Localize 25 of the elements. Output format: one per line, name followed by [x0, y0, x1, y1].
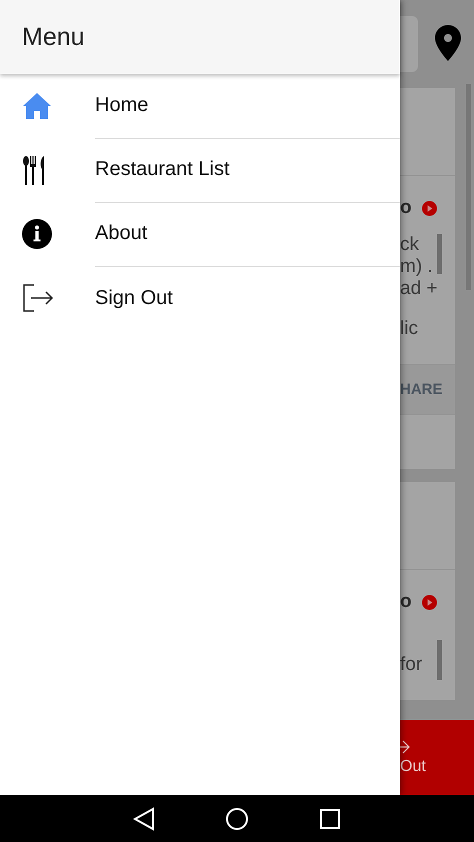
card-text: lic [400, 318, 418, 340]
map-pin-icon[interactable] [435, 25, 461, 61]
card-title: o [400, 591, 412, 613]
card-text: for [400, 654, 422, 676]
home-button[interactable] [225, 806, 249, 830]
card-title: o [400, 197, 412, 219]
menu-item[interactable]: Home [0, 74, 400, 138]
scroll-indicator [437, 234, 442, 274]
card-text: ad + [400, 278, 438, 300]
play-icon [422, 200, 437, 216]
home-icon [22, 92, 52, 120]
recent-apps-button[interactable] [319, 808, 341, 830]
sign-out-button[interactable]: Out [400, 720, 474, 795]
back-button[interactable] [133, 806, 155, 830]
play-icon [422, 594, 437, 610]
menu-item[interactable]: About [0, 202, 400, 266]
arrow-icon [400, 740, 410, 754]
card-text: m) . [400, 256, 433, 278]
drawer-title: Menu [22, 22, 85, 52]
menu-item[interactable]: Sign Out [0, 266, 400, 330]
sign-out-icon [22, 284, 54, 312]
card-text: ck [400, 234, 419, 256]
cutlery-icon [22, 155, 46, 185]
info-icon [22, 219, 52, 249]
scroll-indicator [437, 640, 442, 680]
